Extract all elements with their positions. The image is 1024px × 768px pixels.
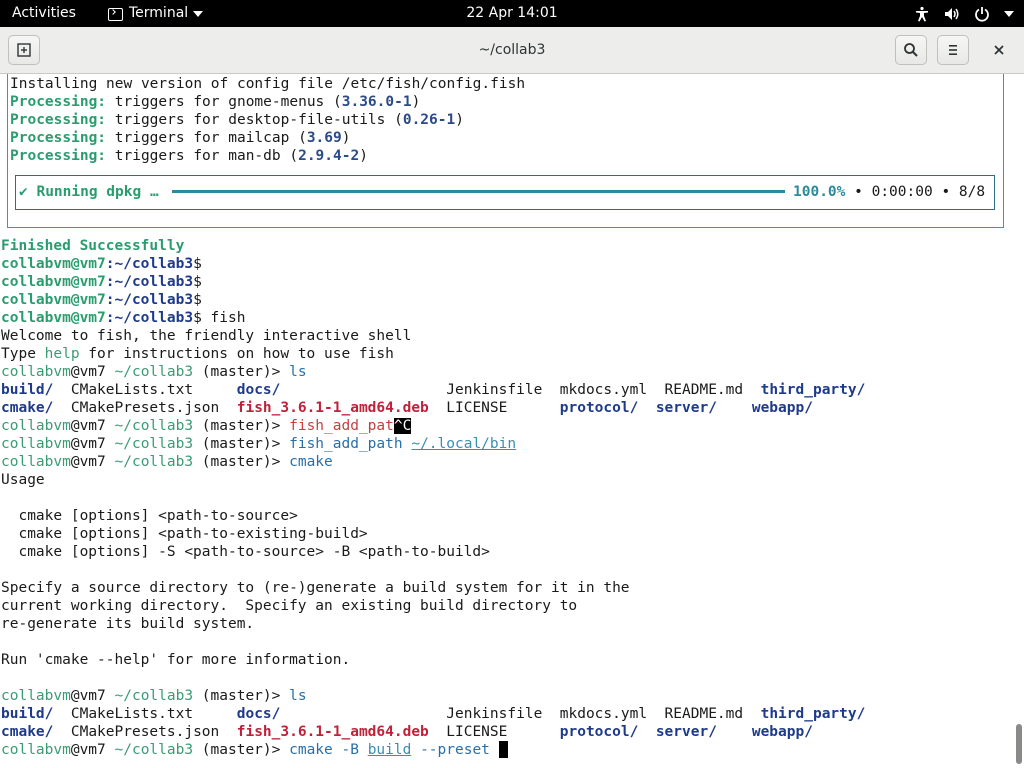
terminal-line: Processing: triggers for man-db (2.9.4-2… — [10, 148, 368, 164]
terminal-line: Installing new version of config file /e… — [10, 76, 526, 92]
bash-prompt: collabvm@vm7:~/collab3$ — [1, 256, 202, 272]
clock[interactable]: 22 Apr 14:01 — [466, 5, 557, 21]
menu-button[interactable] — [937, 35, 969, 65]
terminal-line: re-generate its build system. — [1, 616, 255, 632]
bash-prompt: collabvm@vm7:~/collab3$ fish — [1, 310, 246, 326]
fish-prompt-active[interactable]: collabvm@vm7 ~/collab3 (master)> cmake -… — [1, 741, 508, 759]
top-bar: Activities Terminal 22 Apr 14:01 — [0, 0, 1024, 27]
search-icon — [904, 43, 918, 57]
fish-prompt: collabvm@vm7 ~/collab3 (master)> ls — [1, 364, 307, 380]
ls-output-row: build/ CMakeLists.txt docs/ Jenkinsfile … — [1, 382, 866, 398]
terminal-line: Processing: triggers for desktop-file-ut… — [10, 112, 464, 128]
new-tab-icon — [17, 43, 31, 57]
fish-prompt: collabvm@vm7 ~/collab3 (master)> ls — [1, 688, 307, 704]
dpkg-status: ✔ Running dpkg … — [19, 184, 159, 200]
terminal-line: Specify a source directory to (re-)gener… — [1, 580, 630, 596]
new-tab-button[interactable] — [8, 35, 40, 65]
terminal-icon — [108, 8, 123, 21]
terminal-line: Run 'cmake --help' for more information. — [1, 652, 351, 668]
terminal-line: cmake [options] <path-to-existing-build> — [1, 526, 368, 542]
terminal-line: Processing: triggers for gnome-menus (3.… — [10, 94, 421, 110]
terminal-line: Type help for instructions on how to use… — [1, 346, 394, 362]
accessibility-icon[interactable] — [914, 6, 930, 22]
dpkg-progress-bar — [172, 190, 785, 193]
scrollbar[interactable] — [1016, 724, 1022, 764]
search-button[interactable] — [895, 35, 927, 65]
close-button[interactable] — [983, 35, 1015, 65]
app-menu-label: Terminal — [129, 5, 189, 21]
text-cursor — [498, 741, 508, 758]
window-title: ~/collab3 — [478, 42, 546, 58]
fish-prompt: collabvm@vm7 ~/collab3 (master)> fish_ad… — [1, 436, 517, 452]
bash-prompt: collabvm@vm7:~/collab3$ — [1, 274, 202, 290]
hamburger-icon — [949, 45, 957, 55]
dpkg-progress-text: 100.0% • 0:00:00 • 8/8 — [793, 184, 986, 200]
power-icon[interactable] — [974, 6, 990, 22]
tray-caret-icon[interactable] — [1004, 10, 1014, 18]
system-tray[interactable] — [914, 0, 1014, 27]
terminal-line: cmake [options] -S <path-to-source> -B <… — [1, 544, 490, 560]
terminal-line: cmake [options] <path-to-source> — [1, 508, 298, 524]
terminal-line: current working directory. Specify an ex… — [1, 598, 578, 614]
ls-output-row: build/ CMakeLists.txt docs/ Jenkinsfile … — [1, 706, 866, 722]
close-icon — [994, 45, 1004, 55]
terminal-line: Processing: triggers for mailcap (3.69) — [10, 130, 351, 146]
app-menu[interactable]: Terminal — [108, 0, 204, 27]
terminal-line: Finished Successfully — [1, 238, 185, 254]
fish-prompt: collabvm@vm7 ~/collab3 (master)> cmake — [1, 454, 333, 470]
bash-prompt: collabvm@vm7:~/collab3$ — [1, 292, 202, 308]
terminal-line: Usage — [1, 472, 45, 488]
activities-button[interactable]: Activities — [12, 0, 76, 27]
ls-output-row: cmake/ CMakePresets.json fish_3.6.1-1_am… — [1, 400, 813, 416]
volume-icon[interactable] — [944, 6, 960, 22]
fish-prompt: collabvm@vm7 ~/collab3 (master)> fish_ad… — [1, 418, 412, 434]
terminal-line: Welcome to fish, the friendly interactiv… — [1, 328, 412, 344]
ls-output-row: cmake/ CMakePresets.json fish_3.6.1-1_am… — [1, 724, 813, 740]
caret-down-icon — [193, 10, 204, 17]
window-header: ~/collab3 — [0, 27, 1024, 74]
terminal-view[interactable]: Installing new version of config file /e… — [0, 74, 1024, 768]
